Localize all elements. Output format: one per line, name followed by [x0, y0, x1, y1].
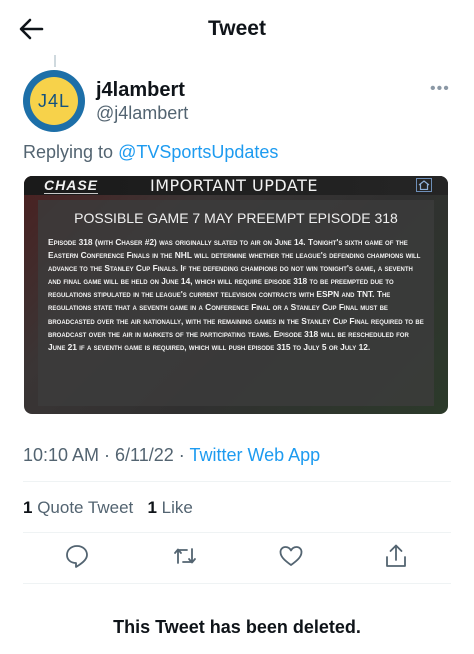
chase-logo: CHASE: [44, 177, 99, 194]
more-options-icon[interactable]: •••: [430, 80, 450, 98]
action-bar: [0, 543, 474, 573]
reply-icon[interactable]: [64, 543, 90, 569]
like-count: 1: [147, 498, 157, 517]
divider: [23, 481, 451, 482]
tweet-image[interactable]: CHASE IMPORTANT UPDATE POSSIBLE GAME 7 M…: [24, 176, 448, 414]
retweet-icon[interactable]: [172, 543, 198, 569]
quote-tweet-stat[interactable]: 1 Quote Tweet: [23, 498, 133, 517]
card-panel: POSSIBLE GAME 7 MAY PREEMPT EPISODE 318 …: [38, 200, 434, 406]
tweet-time: 10:10 AM · 6/11/22 ·: [23, 445, 190, 465]
divider: [23, 583, 451, 584]
quote-count: 1: [23, 498, 33, 517]
like-stat[interactable]: 1 Like: [147, 498, 192, 517]
banner-title: IMPORTANT UPDATE: [150, 176, 319, 195]
page-title: Tweet: [208, 17, 266, 40]
replying-to: Replying to @TVSportsUpdates: [23, 142, 278, 163]
avatar-text: J4L: [30, 77, 78, 125]
like-icon[interactable]: [278, 543, 304, 569]
share-icon[interactable]: [383, 543, 409, 569]
thread-line: [54, 55, 56, 67]
home-icon: [416, 178, 432, 192]
author-name[interactable]: j4lambert: [96, 79, 185, 102]
quote-label: Quote Tweet: [37, 498, 134, 517]
card-body: Episode 318 (with Chaser #2) was origina…: [48, 237, 424, 352]
deleted-tweet-notice: This Tweet has been deleted.: [113, 617, 361, 637]
like-label: Like: [161, 498, 193, 517]
tweet-source-link[interactable]: Twitter Web App: [189, 445, 320, 465]
author-handle[interactable]: @j4lambert: [96, 103, 188, 124]
divider: [23, 532, 451, 533]
top-bar: Tweet: [0, 0, 474, 60]
card-banner: CHASE IMPORTANT UPDATE: [24, 176, 448, 195]
tweet-timestamp: 10:10 AM · 6/11/22 · Twitter Web App: [23, 445, 320, 466]
avatar[interactable]: J4L: [23, 70, 85, 132]
card-heading: POSSIBLE GAME 7 MAY PREEMPT EPISODE 318: [74, 210, 398, 226]
replying-to-label: Replying to: [23, 142, 119, 162]
reply-target-link[interactable]: @TVSportsUpdates: [118, 142, 278, 162]
tweet-stats: 1 Quote Tweet 1 Like: [23, 498, 193, 518]
